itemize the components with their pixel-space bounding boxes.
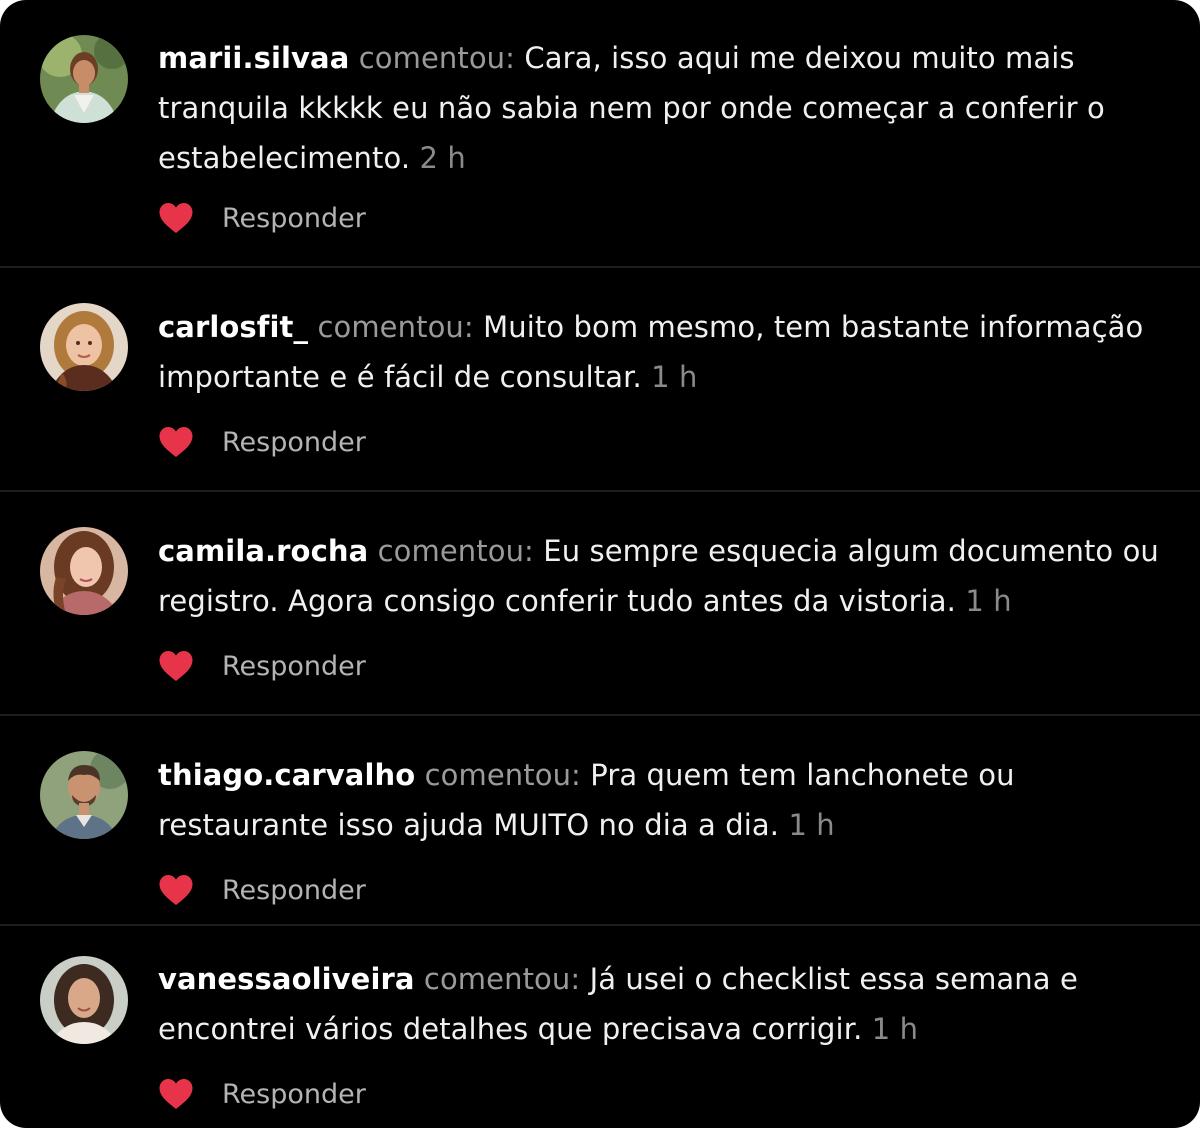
comment-actions: Responder [158, 422, 366, 462]
comment-verb: comentou: [423, 962, 581, 996]
comment-item: vanessaoliveira comentou: Já usei o chec… [0, 926, 1200, 1128]
comment-text: vanessaoliveira comentou: Já usei o chec… [158, 954, 1168, 1054]
timestamp: 1 h [651, 360, 698, 394]
avatar[interactable] [40, 956, 128, 1044]
comment-verb: comentou: [358, 41, 516, 75]
avatar[interactable] [40, 527, 128, 615]
timestamp: 2 h [419, 141, 466, 175]
comment-item: camila.rocha comentou: Eu sempre esqueci… [0, 492, 1200, 714]
comment-item: thiago.carvalho comentou: Pra quem tem l… [0, 716, 1200, 924]
comment-text: thiago.carvalho comentou: Pra quem tem l… [158, 750, 1168, 850]
comment-actions: Responder [158, 870, 366, 910]
comment-actions: Responder [158, 646, 366, 686]
comment-actions: Responder [158, 198, 366, 238]
avatar[interactable] [40, 303, 128, 391]
username[interactable]: vanessaoliveira [158, 962, 415, 996]
heart-icon[interactable] [158, 873, 194, 907]
comment-text: carlosfit_ comentou: Muito bom mesmo, te… [158, 302, 1168, 402]
comment-verb: comentou: [317, 310, 474, 344]
comment-actions: Responder [158, 1074, 366, 1114]
username[interactable]: marii.silvaa [158, 41, 349, 75]
username[interactable]: thiago.carvalho [158, 758, 415, 792]
heart-icon[interactable] [158, 649, 194, 683]
heart-icon[interactable] [158, 201, 194, 235]
reply-button[interactable]: Responder [222, 1079, 366, 1110]
comment-verb: comentou: [377, 534, 534, 568]
reply-button[interactable]: Responder [222, 651, 366, 682]
avatar[interactable] [40, 35, 128, 123]
timestamp: 1 h [788, 808, 835, 842]
comment-text: camila.rocha comentou: Eu sempre esqueci… [158, 526, 1168, 626]
reply-button[interactable]: Responder [222, 203, 366, 234]
heart-icon[interactable] [158, 425, 194, 459]
heart-icon[interactable] [158, 1077, 194, 1111]
avatar[interactable] [40, 751, 128, 839]
comment-item: marii.silvaa comentou: Cara, isso aqui m… [0, 0, 1200, 266]
reply-button[interactable]: Responder [222, 875, 366, 906]
comments-panel: marii.silvaa comentou: Cara, isso aqui m… [0, 0, 1200, 1128]
comment-verb: comentou: [424, 758, 581, 792]
username[interactable]: camila.rocha [158, 534, 368, 568]
comment-text: marii.silvaa comentou: Cara, isso aqui m… [158, 33, 1168, 183]
username[interactable]: carlosfit_ [158, 310, 308, 344]
reply-button[interactable]: Responder [222, 427, 366, 458]
timestamp: 1 h [965, 584, 1012, 618]
timestamp: 1 h [871, 1012, 919, 1046]
comment-item: carlosfit_ comentou: Muito bom mesmo, te… [0, 268, 1200, 490]
